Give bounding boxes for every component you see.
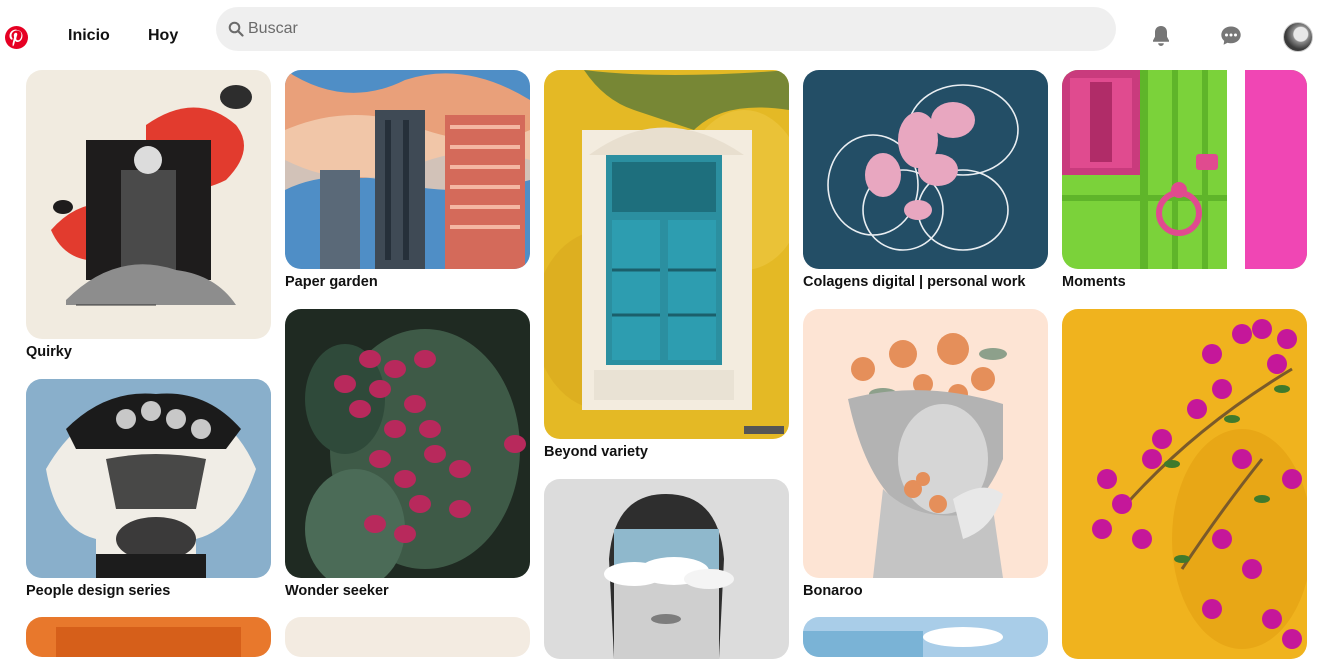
chat-icon[interactable] [1219, 23, 1243, 49]
pin-image[interactable] [285, 617, 530, 657]
pin-image[interactable] [803, 309, 1048, 578]
pin-title: Quirky [26, 344, 72, 360]
pin-image[interactable] [1062, 70, 1307, 269]
pinterest-logo-icon[interactable] [5, 26, 28, 49]
top-bar: Inicio Hoy [0, 0, 1344, 70]
pin-title: Moments [1062, 274, 1126, 290]
pin-title: Bonaroo [803, 583, 863, 599]
search-bar[interactable] [216, 7, 1116, 51]
pin-image[interactable] [803, 617, 1048, 657]
pin-title: Wonder seeker [285, 583, 389, 599]
bell-icon[interactable] [1149, 23, 1173, 49]
search-input[interactable] [248, 7, 1098, 51]
pin-title: Paper garden [285, 274, 378, 290]
pin-image[interactable] [544, 70, 789, 439]
pin-title: Colagens digital | personal work [803, 274, 1026, 290]
pin-image[interactable] [544, 479, 789, 659]
pin-image[interactable] [26, 379, 271, 578]
pin-image[interactable] [803, 70, 1048, 269]
pin-image[interactable] [26, 617, 271, 657]
search-icon [228, 21, 244, 37]
pin-image[interactable] [26, 70, 271, 339]
pin-title: People design series [26, 583, 171, 599]
pin-title: Beyond variety [544, 444, 648, 460]
nav-today[interactable]: Hoy [148, 27, 178, 45]
pin-image[interactable] [285, 70, 530, 269]
avatar[interactable] [1283, 22, 1313, 52]
pin-image[interactable] [1062, 309, 1307, 659]
pin-image[interactable] [285, 309, 530, 578]
nav-home[interactable]: Inicio [68, 27, 110, 45]
